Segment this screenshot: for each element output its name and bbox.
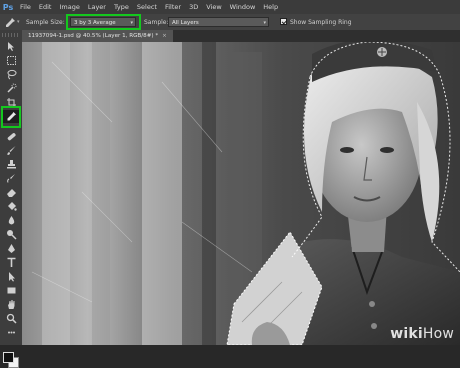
sample-value: All Layers [172, 20, 199, 26]
type-tool[interactable] [3, 256, 19, 269]
chevron-down-icon: ▾ [17, 19, 20, 25]
chevron-down-icon: ▾ [130, 20, 133, 26]
eyedropper-icon [7, 112, 16, 121]
crop-icon [6, 98, 16, 107]
lasso-icon [7, 69, 16, 80]
eraser-tool[interactable] [3, 186, 19, 199]
zoom-tool[interactable] [3, 312, 19, 325]
more-icon [7, 331, 15, 334]
sample-size-dropdown[interactable]: 3 by 3 Average ▾ [70, 17, 136, 27]
rectangle-icon [7, 287, 15, 294]
menu-layer[interactable]: Layer [84, 0, 110, 14]
move-icon [7, 42, 14, 51]
menu-view[interactable]: View [202, 0, 225, 14]
document-tab[interactable]: 11937094-1.psd @ 40.5% (Layer 1, RGB/8#)… [22, 30, 173, 42]
stamp-icon [6, 160, 16, 169]
show-sampling-ring-checkbox[interactable] [280, 18, 287, 25]
pen-icon [7, 244, 15, 253]
eyedropper-tool[interactable] [3, 110, 19, 123]
crop-tool[interactable] [3, 96, 19, 109]
rectangle-tool[interactable] [3, 284, 19, 297]
document-canvas[interactable]: wikiHow [22, 42, 460, 345]
photoshop-logo: Ps [2, 2, 14, 12]
menu-type[interactable]: Type [110, 0, 133, 14]
close-icon[interactable]: × [162, 33, 167, 39]
chevron-down-icon: ▾ [263, 20, 266, 26]
sample-dropdown[interactable]: All Layers ▾ [168, 17, 269, 27]
history-brush-icon [6, 174, 15, 183]
menu-edit[interactable]: Edit [35, 0, 56, 14]
show-sampling-ring-label: Show Sampling Ring [290, 18, 352, 26]
menu-help[interactable]: Help [259, 0, 282, 14]
menu-bar: Ps File Edit Image Layer Type Select Fil… [0, 0, 460, 14]
wikihow-watermark: wikiHow [390, 326, 454, 342]
options-bar: ▾ Sample Size: 3 by 3 Average ▾ Sample: … [0, 14, 460, 30]
panel-grip[interactable] [2, 33, 20, 37]
hand-tool[interactable] [3, 298, 19, 311]
lasso-tool[interactable] [3, 68, 19, 81]
brush-tool[interactable] [3, 144, 19, 157]
history-brush-tool[interactable] [3, 172, 19, 185]
menu-file[interactable]: File [16, 0, 35, 14]
bandage-icon [7, 133, 16, 141]
path-selection-icon [8, 272, 15, 282]
tool-preset-picker[interactable]: ▾ [4, 14, 20, 30]
menu-image[interactable]: Image [55, 0, 83, 14]
quick-selection-tool[interactable] [3, 82, 19, 95]
sample-size-label: Sample Size: [26, 18, 65, 26]
sample-label: Sample: [144, 18, 169, 26]
menu-3d[interactable]: 3D [185, 0, 202, 14]
spot-healing-tool[interactable] [3, 130, 19, 143]
document-tab-title: 11937094-1.psd @ 40.5% (Layer 1, RGB/8#)… [28, 33, 159, 39]
quick-selection-icon [6, 83, 16, 93]
tools-panel [0, 30, 22, 368]
photo [22, 42, 460, 345]
droplet-icon [8, 216, 14, 225]
menu-select[interactable]: Select [133, 0, 161, 14]
dodge-icon [6, 230, 17, 240]
hand-icon [7, 300, 14, 309]
foreground-color-swatch[interactable] [3, 352, 14, 363]
brush-icon [6, 146, 15, 155]
menu-filter[interactable]: Filter [161, 0, 185, 14]
zoom-icon [6, 313, 17, 324]
eraser-icon [6, 189, 16, 197]
document-tab-bar: 11937094-1.psd @ 40.5% (Layer 1, RGB/8#)… [22, 30, 460, 42]
move-tool[interactable] [3, 40, 19, 53]
menu-window[interactable]: Window [226, 0, 260, 14]
type-icon [7, 257, 15, 267]
blur-tool[interactable] [3, 214, 19, 227]
sample-size-value: 3 by 3 Average [74, 20, 116, 26]
marquee-icon [6, 56, 16, 65]
eyedropper-icon [6, 18, 15, 27]
more-tools[interactable] [3, 326, 19, 339]
dodge-tool[interactable] [3, 228, 19, 241]
pen-tool[interactable] [3, 242, 19, 255]
marquee-tool[interactable] [3, 54, 19, 67]
paint-bucket-tool[interactable] [3, 200, 19, 213]
clone-stamp-tool[interactable] [3, 158, 19, 171]
path-selection-tool[interactable] [3, 270, 19, 283]
paint-bucket-icon [7, 202, 17, 211]
